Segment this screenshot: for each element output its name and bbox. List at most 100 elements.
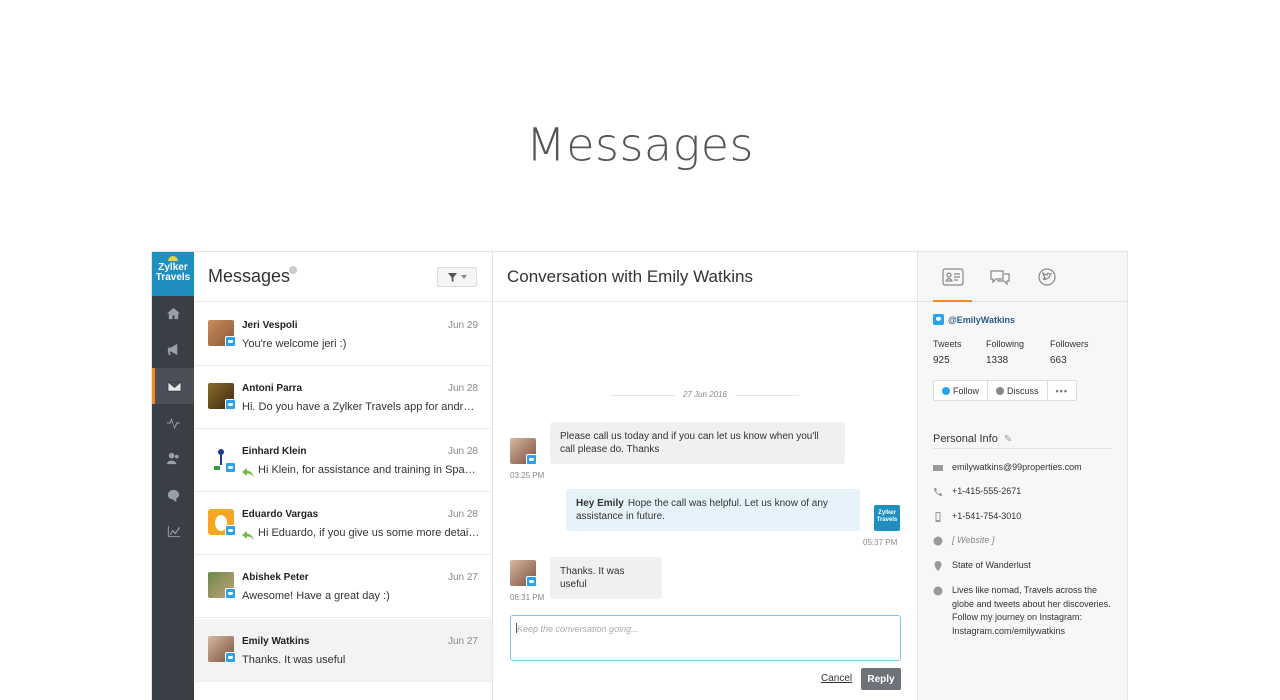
bio-text: Lives like nomad, Travels across the glo…: [952, 585, 1111, 636]
message-preview: You're welcome jeri :): [242, 338, 347, 350]
reports-icon[interactable]: [152, 513, 194, 549]
message-preview: Thanks. It was useful: [242, 654, 346, 666]
discuss-icon: [996, 386, 1005, 395]
email-row: emilywatkins@99properties.com: [933, 461, 1118, 475]
info-icon[interactable]: [289, 266, 297, 274]
globe-icon: [933, 536, 943, 546]
message-preview: Awesome! Have a great day :): [242, 590, 390, 602]
message-date: Jun 29: [447, 320, 478, 331]
message-date: Jun 28: [447, 446, 478, 457]
info-icon: [933, 586, 943, 596]
home-icon[interactable]: [152, 295, 194, 331]
more-options-button[interactable]: •••: [1048, 381, 1076, 400]
page-title: Messages: [526, 118, 754, 172]
contacts-icon[interactable]: [152, 440, 194, 476]
sender-name: Jeri Vespoli: [242, 320, 298, 331]
reply-button[interactable]: Reply: [861, 668, 901, 690]
greeting: Hey Emily: [576, 498, 624, 509]
reply-input[interactable]: Keep the conversation going...: [510, 615, 901, 661]
message-date: Jun 28: [447, 383, 478, 394]
contact-card-icon[interactable]: [940, 266, 966, 288]
activity-icon[interactable]: [152, 404, 194, 440]
message-time: 06:31 PM: [510, 593, 545, 602]
chevron-down-icon: [460, 275, 467, 279]
twitter-icon: [225, 462, 236, 473]
message-date: Jun 27: [447, 572, 478, 583]
twitter-icon: [933, 314, 944, 325]
list-item[interactable]: Einhard Klein Jun 28 Hi Klein, for assis…: [194, 429, 492, 492]
follow-label: Follow: [953, 385, 980, 396]
message-preview: Hi Eduardo, if you give us some more det…: [258, 527, 480, 539]
panel-tabs: [918, 252, 1127, 302]
message-time: 05:37 PM: [863, 538, 898, 547]
incoming-message: Thanks. It was useful: [550, 557, 662, 599]
incoming-message: Please call us today and if you can let …: [550, 422, 845, 464]
list-item[interactable]: Antoni Parra Jun 28 Hi. Do you have a Zy…: [194, 366, 492, 429]
chat-support-icon[interactable]: [152, 477, 194, 513]
edit-icon[interactable]: ✎: [1004, 434, 1012, 445]
brand-logo[interactable]: Zylker Travels: [152, 252, 194, 296]
conversations-icon[interactable]: [987, 266, 1013, 288]
phone-text: +1-415-555-2671: [952, 486, 1022, 496]
personal-info-title: Personal Info: [933, 433, 998, 445]
reply-placeholder: Keep the conversation going...: [517, 624, 639, 634]
twitter-icon: [942, 386, 950, 395]
reply-icon: [242, 465, 254, 478]
message-preview: Hi Klein, for assistance and training in…: [258, 464, 480, 476]
twitter-profile-icon[interactable]: [1034, 266, 1060, 288]
twitter-icon: [225, 588, 236, 599]
list-item[interactable]: Jeri Vespoli Jun 29 You're welcome jeri …: [194, 303, 492, 366]
message-date: Jun 28: [447, 509, 478, 520]
conversation-header: Conversation with Emily Watkins: [493, 252, 917, 302]
stat-value: 1338: [986, 355, 1009, 366]
active-tab-indicator: [933, 300, 972, 302]
twitter-handle[interactable]: @EmilyWatkins: [933, 314, 1015, 325]
location-pin-icon: [933, 561, 943, 571]
sender-name: Antoni Parra: [242, 383, 303, 394]
email-text: emilywatkins@99properties.com: [952, 462, 1082, 472]
handle-text: @EmilyWatkins: [948, 314, 1015, 325]
outgoing-message: Hey Emily Hope the call was helpful. Let …: [566, 489, 860, 531]
bio-row: Lives like nomad, Travels across the glo…: [933, 584, 1118, 638]
profile-actions: Follow Discuss •••: [933, 380, 1077, 401]
profile-panel: @EmilyWatkins Tweets 925 Following 1338 …: [918, 252, 1127, 700]
twitter-icon: [526, 454, 537, 465]
location-row: State of Wanderlust: [933, 559, 1118, 573]
stat-label: Tweets: [933, 339, 962, 349]
discuss-label: Discuss: [1007, 385, 1039, 396]
left-rail: Zylker Travels: [152, 252, 194, 700]
list-title: Messages: [208, 266, 291, 286]
stat-value: 663: [1050, 355, 1067, 366]
list-item[interactable]: Emily Watkins Jun 27 Thanks. It was usef…: [194, 619, 492, 682]
location-text: State of Wanderlust: [952, 560, 1031, 570]
stat-label: Following: [986, 339, 1025, 349]
personal-info-heading: Personal Info ✎: [933, 433, 1112, 449]
website-row[interactable]: [ Website ]: [933, 534, 1118, 548]
sender-name: Abishek Peter: [242, 572, 309, 583]
reply-icon: [242, 528, 254, 541]
phone-icon: [933, 487, 943, 497]
stat-value: 925: [933, 355, 950, 366]
conversation-pane: Conversation with Emily Watkins 27 Jun 2…: [493, 252, 918, 700]
conversation-title: Conversation with Emily Watkins: [507, 267, 753, 286]
envelope-icon: [933, 463, 943, 473]
sender-name: Eduardo Vargas: [242, 509, 319, 520]
mobile-icon: [933, 512, 943, 522]
list-item[interactable]: Eduardo Vargas Jun 28 Hi Eduardo, if you…: [194, 492, 492, 555]
megaphone-icon[interactable]: [152, 331, 194, 367]
cancel-button[interactable]: Cancel: [821, 673, 852, 684]
sender-name: Einhard Klein: [242, 446, 307, 457]
list-item[interactable]: Abishek Peter Jun 27 Awesome! Have a gre…: [194, 555, 492, 618]
twitter-icon: [225, 525, 236, 536]
message-time: 03:25 PM: [510, 471, 545, 480]
discuss-button[interactable]: Discuss: [988, 381, 1048, 400]
message-list: Messages Jeri Vespoli Jun 29 You're welc…: [194, 252, 493, 700]
filter-button[interactable]: [437, 267, 477, 287]
mobile-text: +1-541-754-3010: [952, 511, 1022, 521]
brand-line1: Zylker: [878, 510, 896, 516]
list-header: Messages: [194, 252, 492, 302]
sender-name: Emily Watkins: [242, 636, 310, 647]
twitter-icon: [526, 576, 537, 587]
follow-button[interactable]: Follow: [934, 381, 989, 400]
messages-icon[interactable]: [152, 368, 194, 404]
